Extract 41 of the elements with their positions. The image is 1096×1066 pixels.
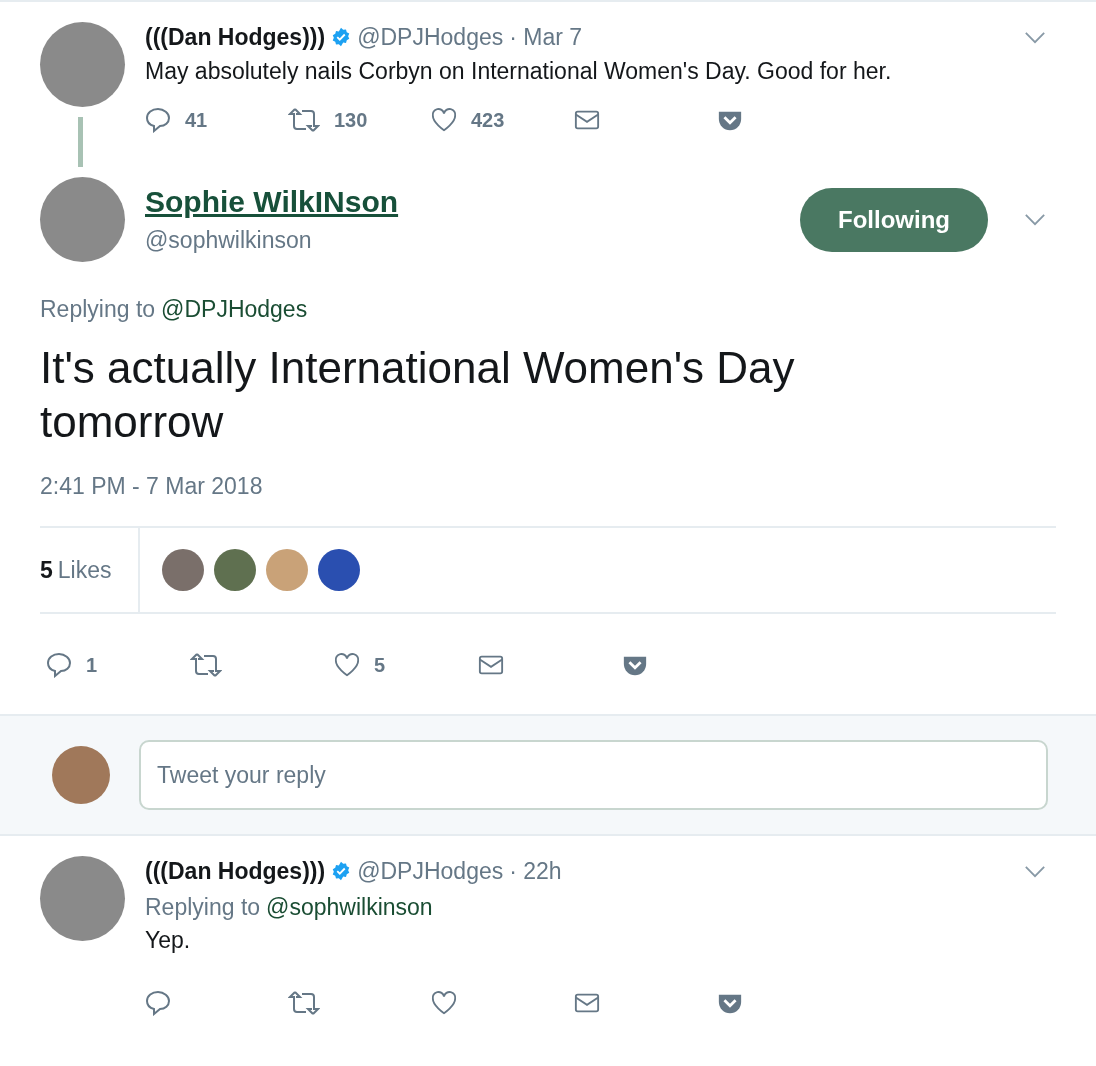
heart-icon[interactable]	[334, 652, 360, 678]
chevron-down-icon[interactable]	[1024, 213, 1046, 226]
tweet-text: May absolutely nails Corbyn on International Women's Day. Good for her.	[145, 58, 893, 85]
action-count: 1	[86, 653, 98, 677]
reply-icon[interactable]	[46, 652, 72, 678]
reply-icon[interactable]	[145, 990, 171, 1016]
author-handle[interactable]: @sophwilkinson	[145, 227, 399, 254]
heart-icon[interactable]	[431, 107, 457, 133]
replying-label: Replying to	[40, 296, 156, 323]
author-name[interactable]: (((Dan Hodges)))	[145, 23, 326, 51]
heart-icon[interactable]	[431, 990, 457, 1016]
retweet-icon[interactable]	[288, 990, 320, 1016]
author-handle[interactable]: @DPJHodges	[357, 23, 504, 51]
retweet-icon[interactable]	[190, 652, 222, 678]
avatar-placeholder[interactable]	[162, 549, 204, 591]
author-name[interactable]: Sophie WilkINson	[145, 185, 399, 219]
tweet-timestamp[interactable]: 2:41 PM - 7 Mar 2018	[40, 473, 1056, 500]
reply-icon[interactable]	[145, 107, 171, 133]
action-count: 130	[334, 108, 368, 132]
action-count: 41	[185, 108, 208, 132]
replying-label: Replying to	[145, 894, 261, 921]
following-button[interactable]: Following	[800, 187, 988, 252]
mention-link[interactable]: @DPJHodges	[161, 296, 308, 323]
tweet-text: It's actually International Women's Day tomorrow	[40, 342, 796, 448]
chevron-down-icon[interactable]	[1024, 30, 1046, 44]
author-handle[interactable]: @DPJHodges	[357, 857, 504, 885]
tweet-time[interactable]: · 22h	[509, 857, 562, 885]
action-count: 423	[471, 108, 505, 132]
avatar-placeholder[interactable]	[214, 549, 256, 591]
likes-label[interactable]: Likes	[57, 556, 112, 584]
mention-link[interactable]: @sophwilkinson	[266, 894, 433, 921]
tweet-time[interactable]: · Mar 7	[509, 23, 583, 51]
retweet-icon[interactable]	[288, 107, 320, 133]
action-count: 5	[374, 653, 386, 677]
avatar-placeholder[interactable]	[318, 549, 360, 591]
chevron-down-icon[interactable]	[1024, 864, 1046, 878]
avatar-placeholder[interactable]	[52, 746, 110, 804]
tweet-text: Yep.	[145, 927, 192, 954]
author-name[interactable]: (((Dan Hodges)))	[145, 857, 326, 885]
reply-input[interactable]: Tweet your reply	[139, 740, 1048, 810]
likes-count[interactable]: 5	[40, 556, 53, 584]
